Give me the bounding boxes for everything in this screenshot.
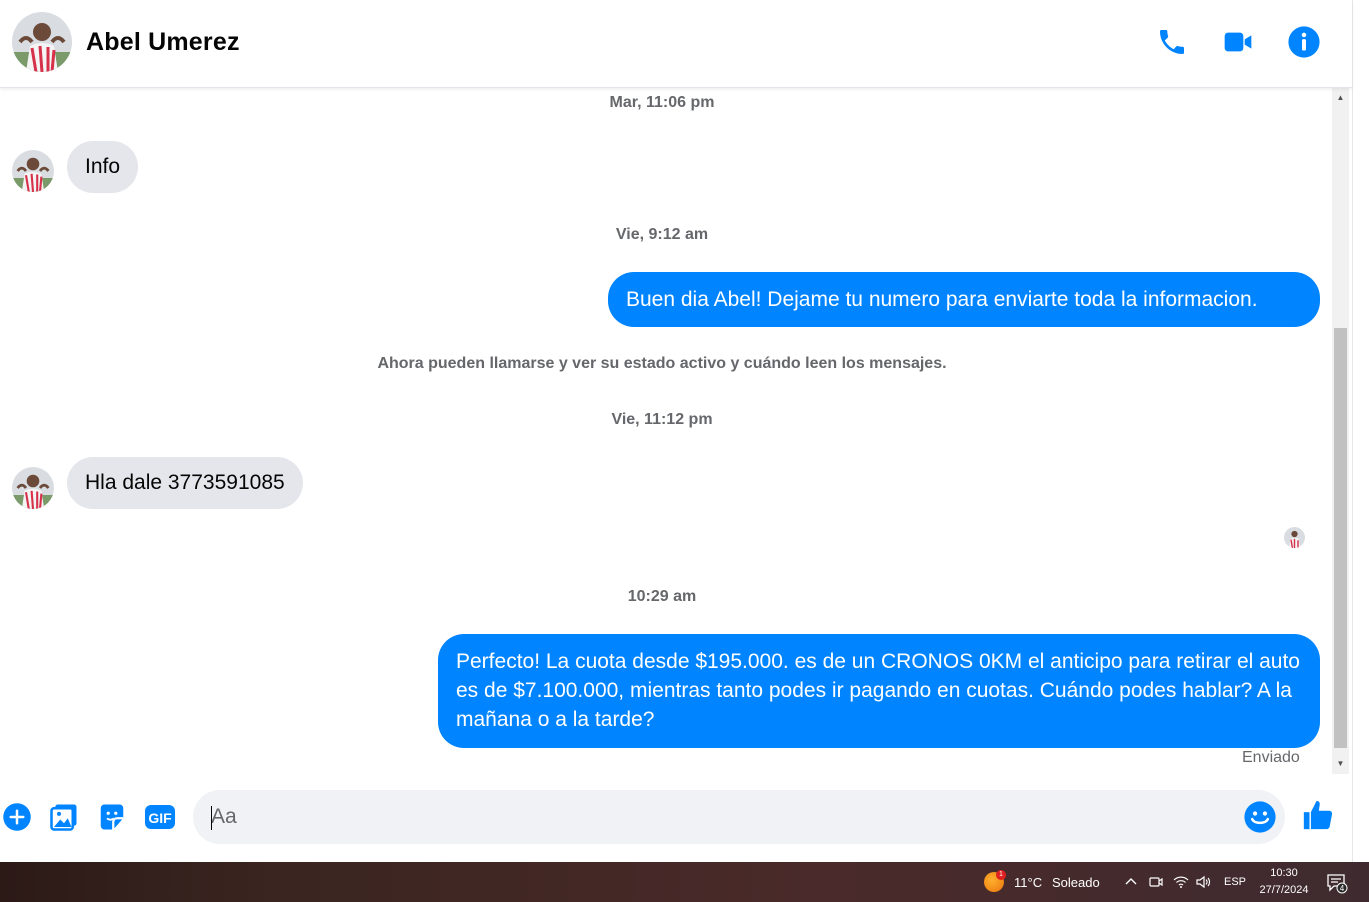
outgoing-message[interactable]: Buen dia Abel! Dejame tu numero para env… [608,272,1320,327]
incoming-message[interactable]: Info [67,141,139,193]
clock-time: 10:30 [1270,867,1298,879]
message-input[interactable] [211,790,1221,844]
plus-circle-icon[interactable] [0,800,34,834]
wifi-icon[interactable] [1173,862,1189,902]
phone-icon[interactable] [1154,24,1190,60]
timestamp: Vie, 9:12 am [615,226,709,243]
conversation-header: Abel Umerez [0,0,1352,88]
thumbs-up-icon[interactable] [1301,798,1335,832]
system-clock[interactable]: 10:30 27/7/2024 [1252,865,1316,899]
incoming-message[interactable]: Hla dale 3773591085 [67,457,303,509]
photo-icon[interactable] [47,800,81,834]
sender-avatar[interactable] [12,467,54,509]
scrollbar[interactable]: ▲ ▼ [1332,88,1349,774]
message-composer: GIF [0,778,1352,862]
meet-now-icon[interactable] [1149,862,1163,902]
emoji-icon[interactable] [1243,800,1277,834]
scrollbar-thumb[interactable] [1334,328,1347,748]
contact-avatar[interactable] [12,12,72,72]
sender-avatar[interactable] [12,150,54,192]
gif-icon[interactable]: GIF [143,800,177,834]
read-receipt-avatar [1284,527,1305,548]
message-input-container[interactable] [193,790,1285,844]
timestamp: Mar, 11:06 pm [609,94,715,111]
gif-label: GIF [148,810,172,826]
weather-temperature[interactable]: 11°C [1014,862,1042,902]
delivery-status: Enviado [1242,749,1300,766]
notification-count: 4 [1340,884,1345,893]
timestamp: Vie, 11:12 pm [611,411,713,428]
language-indicator[interactable]: ESP [1224,862,1246,902]
messenger-window: Abel Umerez Mar, 11:06 pm Info Vie, 9:12… [0,0,1369,862]
contact-name[interactable]: Abel Umerez [86,28,240,57]
notification-center-icon[interactable]: 4 [1326,872,1348,894]
info-icon[interactable] [1286,24,1322,60]
scroll-down-arrow-icon[interactable]: ▼ [1332,756,1349,770]
clock-date: 27/7/2024 [1259,884,1309,896]
sticker-icon[interactable] [95,800,129,834]
weather-description[interactable]: Soleado [1052,862,1100,902]
os-taskbar: 1 11°C Soleado ESP 10:30 27/7/2024 4 [0,862,1369,902]
text-caret [211,806,212,830]
weather-badge: 1 [996,870,1006,880]
timestamp: 10:29 am [627,588,697,605]
window-edge [1352,0,1369,862]
scroll-up-arrow-icon[interactable]: ▲ [1332,90,1349,104]
tray-chevron-icon[interactable] [1124,862,1138,902]
volume-icon[interactable] [1195,862,1211,902]
outgoing-message[interactable]: Perfecto! La cuota desde $195.000. es de… [438,634,1320,748]
video-camera-icon[interactable] [1220,24,1256,60]
system-notice: Ahora pueden llamarse y ver su estado ac… [377,355,947,372]
